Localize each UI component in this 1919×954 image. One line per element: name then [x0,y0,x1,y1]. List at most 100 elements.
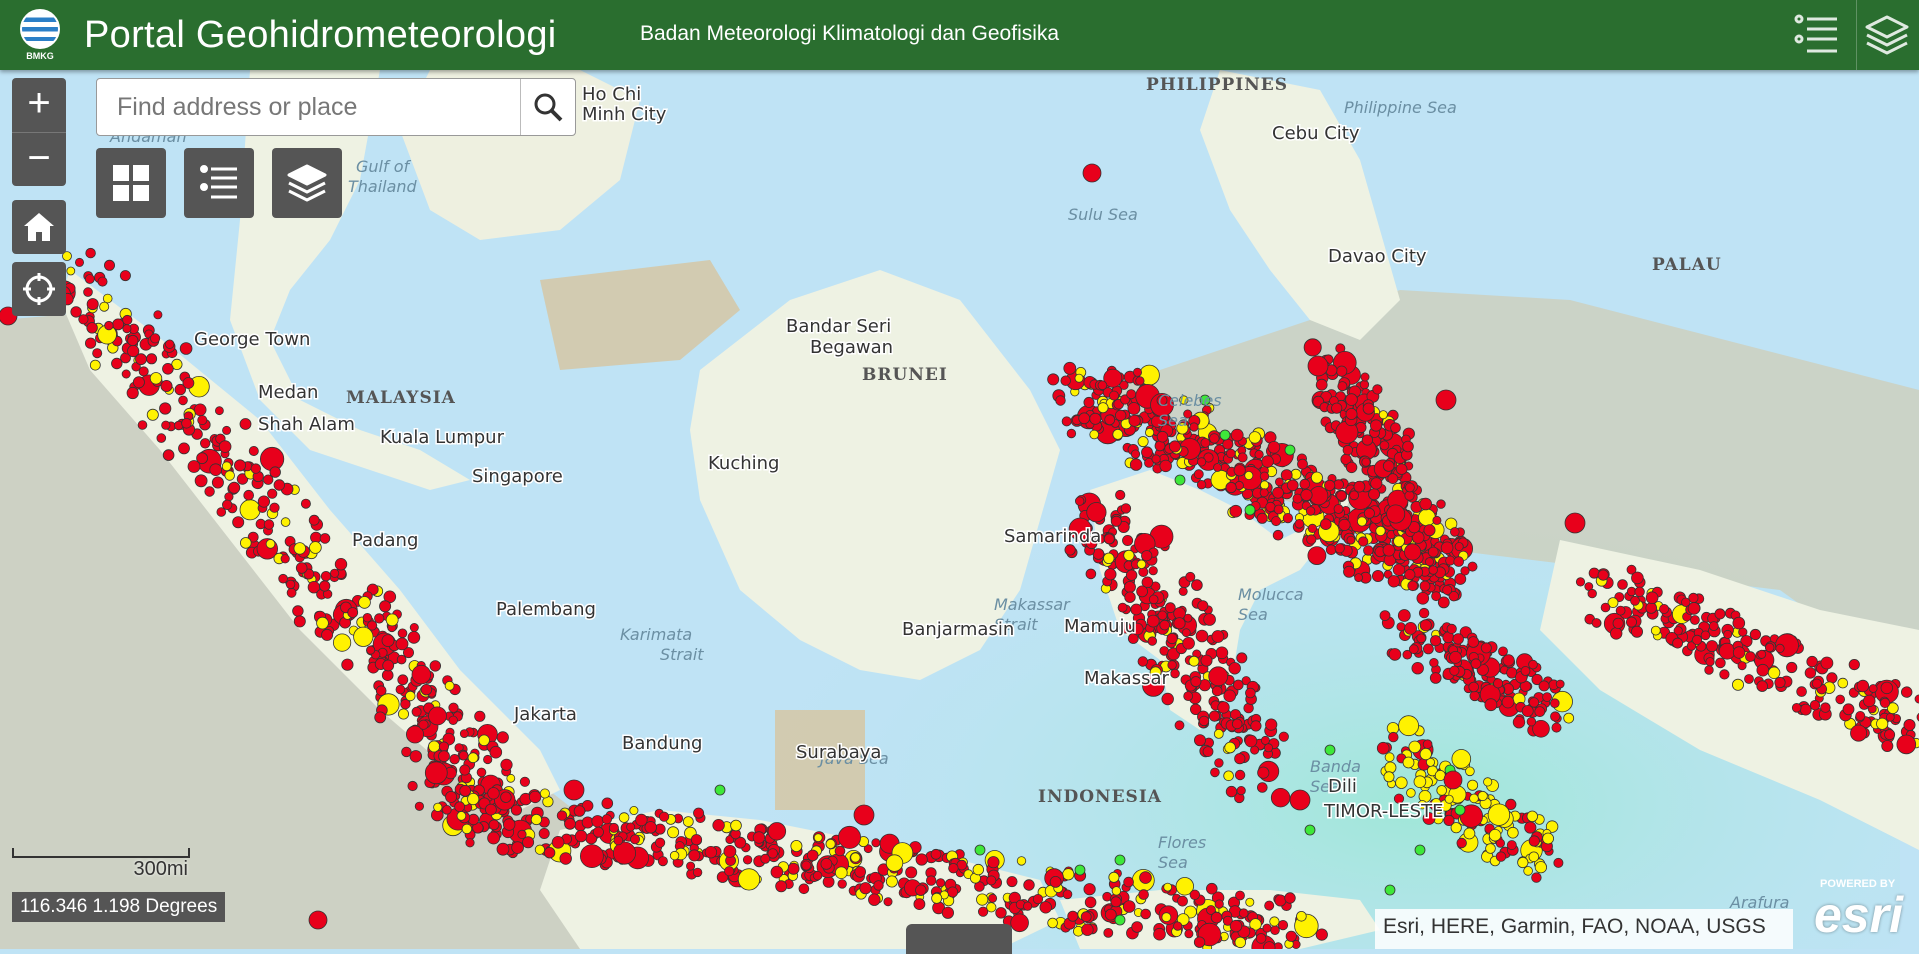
earthquake-marker-shallow[interactable] [119,270,131,282]
earthquake-marker-shallow[interactable] [1022,901,1033,911]
earthquake-marker-shallow[interactable] [179,342,193,355]
earthquake-marker-shallow[interactable] [1213,463,1222,472]
earthquake-marker-shallow[interactable] [292,605,304,617]
earthquake-marker-shallow[interactable] [1265,501,1276,512]
earthquake-marker-shallow[interactable] [1315,378,1328,391]
earthquake-marker-shallow[interactable] [1130,603,1143,616]
legend-button[interactable] [184,148,254,218]
earthquake-marker-shallow[interactable] [1885,712,1895,722]
earthquake-marker-shallow[interactable] [259,446,285,472]
earthquake-marker-shallow[interactable] [1881,740,1894,753]
earthquake-marker-intermediate[interactable] [986,902,997,913]
earthquake-marker-shallow[interactable] [563,779,585,801]
earthquake-marker-shallow[interactable] [1337,381,1348,392]
earthquake-marker-shallow[interactable] [1278,731,1289,742]
earthquake-marker-shallow[interactable] [1140,908,1151,920]
earthquake-marker-intermediate[interactable] [1398,715,1419,737]
earthquake-marker-shallow[interactable] [1270,788,1291,808]
earthquake-marker-shallow[interactable] [487,831,501,845]
earthquake-marker-shallow[interactable] [1184,929,1194,939]
earthquake-marker-shallow[interactable] [1083,883,1096,896]
earthquake-marker-deep[interactable] [1284,444,1296,456]
earthquake-marker-shallow[interactable] [1006,876,1018,888]
earthquake-marker-deep[interactable] [1114,854,1126,866]
earthquake-marker-shallow[interactable] [1756,663,1770,677]
earthquake-marker-shallow[interactable] [1130,449,1141,459]
earthquake-marker-shallow[interactable] [267,488,278,499]
earthquake-marker-shallow[interactable] [1055,395,1066,406]
earthquake-marker-intermediate[interactable] [433,802,443,812]
earthquake-marker-shallow[interactable] [1419,580,1431,592]
earthquake-marker-shallow[interactable] [1331,402,1343,414]
earthquake-marker-shallow[interactable] [1449,651,1462,664]
earthquake-marker-intermediate[interactable] [1488,829,1502,842]
earthquake-marker-shallow[interactable] [319,580,331,592]
earthquake-marker-shallow[interactable] [947,886,959,898]
earthquake-marker-intermediate[interactable] [530,813,543,826]
earthquake-marker-intermediate[interactable] [1296,910,1307,922]
earthquake-marker-shallow[interactable] [1151,454,1161,464]
earthquake-marker-shallow[interactable] [1764,642,1775,653]
earthquake-marker-intermediate[interactable] [1074,373,1084,383]
earthquake-marker-intermediate[interactable] [1523,866,1533,876]
earthquake-marker-shallow[interactable] [511,841,524,854]
earthquake-marker-shallow[interactable] [484,803,497,816]
earthquake-marker-shallow[interactable] [1423,643,1434,655]
earthquake-marker-shallow[interactable] [1372,384,1383,395]
earthquake-marker-shallow[interactable] [1104,908,1117,921]
earthquake-marker-shallow[interactable] [1215,646,1229,660]
search-input[interactable] [97,79,521,135]
earthquake-marker-shallow[interactable] [164,339,175,349]
earthquake-marker-shallow[interactable] [1148,566,1158,576]
earthquake-marker-shallow[interactable] [428,706,447,726]
earthquake-marker-shallow[interactable] [1345,407,1358,420]
earthquake-marker-shallow[interactable] [181,417,192,429]
earthquake-marker-shallow[interactable] [1903,719,1916,732]
home-button[interactable] [12,200,66,254]
earthquake-marker-shallow[interactable] [1334,543,1345,554]
earthquake-marker-shallow[interactable] [214,406,224,416]
earthquake-marker-shallow[interactable] [1405,482,1415,493]
earthquake-marker-shallow[interactable] [1443,770,1463,790]
earthquake-marker-shallow[interactable] [1125,569,1138,581]
earthquake-marker-shallow[interactable] [1074,496,1085,506]
earthquake-marker-shallow[interactable] [630,834,641,845]
earthquake-marker-intermediate[interactable] [99,301,110,312]
earthquake-marker-intermediate[interactable] [1465,766,1475,777]
earthquake-marker-intermediate[interactable] [1408,740,1422,754]
earthquake-marker-shallow[interactable] [1774,676,1786,689]
earthquake-marker-intermediate[interactable] [1393,535,1405,548]
earthquake-marker-shallow[interactable] [1450,527,1460,537]
legend-panel-button[interactable] [1786,0,1846,70]
earthquake-marker-intermediate[interactable] [834,866,848,879]
earthquake-marker-intermediate[interactable] [265,539,276,549]
earthquake-marker-shallow[interactable] [1190,676,1202,688]
earthquake-marker-shallow[interactable] [1153,927,1166,941]
earthquake-marker-shallow[interactable] [1110,515,1122,527]
earthquake-marker-shallow[interactable] [1587,588,1597,599]
earthquake-marker-shallow[interactable] [1626,616,1638,628]
earthquake-marker-shallow[interactable] [1361,434,1374,446]
earthquake-marker-shallow[interactable] [798,883,810,895]
earthquake-marker-shallow[interactable] [1049,876,1062,888]
earthquake-marker-shallow[interactable] [1495,851,1507,862]
earthquake-marker-shallow[interactable] [1442,585,1453,596]
earthquake-marker-shallow[interactable] [86,298,99,311]
earthquake-marker-shallow[interactable] [1880,681,1894,695]
earthquake-marker-intermediate[interactable] [1378,410,1388,420]
earthquake-marker-intermediate[interactable] [618,812,630,823]
earthquake-marker-intermediate[interactable] [1436,785,1447,796]
earthquake-marker-shallow[interactable] [1203,613,1216,626]
earthquake-marker-shallow[interactable] [1231,718,1243,730]
earthquake-marker-shallow[interactable] [1324,479,1336,491]
earthquake-marker-shallow[interactable] [1362,402,1375,415]
earthquake-marker-intermediate[interactable] [221,461,232,472]
earthquake-marker-shallow[interactable] [448,702,459,713]
earthquake-marker-shallow[interactable] [905,866,918,879]
earthquake-marker-shallow[interactable] [1358,536,1369,547]
zoom-in-button[interactable]: + [12,78,66,132]
earthquake-marker-intermediate[interactable] [461,823,473,835]
earthquake-marker-shallow[interactable] [1397,609,1411,622]
earthquake-marker-intermediate[interactable] [885,854,904,872]
earthquake-marker-shallow[interactable] [1265,718,1278,731]
